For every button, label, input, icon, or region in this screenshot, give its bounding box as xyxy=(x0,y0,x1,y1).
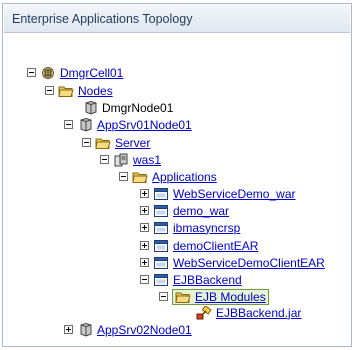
application-icon xyxy=(154,187,168,200)
collapse-toggle[interactable] xyxy=(27,68,36,77)
collapse-toggle[interactable] xyxy=(45,86,54,95)
application-link[interactable]: WebServiceDemo_war xyxy=(173,187,296,201)
node-icon xyxy=(85,100,97,115)
tree-node-application: demoClientEAR xyxy=(140,237,258,254)
application-link[interactable]: demoClientEAR xyxy=(173,239,258,253)
topology-tree: DmgrCell01 Nodes DmgrNode01 AppSrv01Node… xyxy=(3,4,351,346)
tree-node-applications-folder: Applications xyxy=(119,168,217,185)
collapse-toggle[interactable] xyxy=(140,275,149,284)
ejb-modules-link[interactable]: EJB Modules xyxy=(195,290,266,304)
tree-node-application-ejbbackend: EJBBackend xyxy=(140,271,242,288)
node-icon xyxy=(80,322,92,337)
collapse-toggle[interactable] xyxy=(100,155,109,164)
applications-folder-link[interactable]: Applications xyxy=(152,170,217,184)
tree-node-application: demo_war xyxy=(140,202,229,219)
tree-node-application: WebServiceDemoClientEAR xyxy=(140,254,325,271)
collapse-toggle[interactable] xyxy=(159,292,168,301)
open-folder-icon xyxy=(58,86,74,97)
ejb-jar-icon xyxy=(196,305,212,319)
expand-toggle[interactable] xyxy=(140,206,149,215)
tree-node-application: WebServiceDemo_war xyxy=(140,185,296,202)
tree-node-cell: DmgrCell01 xyxy=(27,64,123,81)
tree-node-appsrv2: AppSrv02Node01 xyxy=(64,321,192,338)
open-folder-icon xyxy=(132,172,148,183)
tree-node-application: ibmasyncrsp xyxy=(140,219,240,236)
appsrv2-node-link[interactable]: AppSrv02Node01 xyxy=(97,323,192,337)
expand-toggle[interactable] xyxy=(140,223,149,232)
tree-node-dmgr: DmgrNode01 xyxy=(82,99,173,116)
tree-node-ejb-modules: EJB Modules xyxy=(159,288,269,305)
server-folder-link[interactable]: Server xyxy=(115,136,150,150)
application-icon xyxy=(154,256,168,269)
cell-icon xyxy=(42,66,54,79)
application-icon xyxy=(154,273,168,286)
application-icon xyxy=(154,221,168,234)
open-folder-icon xyxy=(95,138,111,149)
collapse-toggle[interactable] xyxy=(82,138,91,147)
tree-node-was1: was1 xyxy=(100,151,161,168)
expand-toggle[interactable] xyxy=(140,241,149,250)
collapse-toggle[interactable] xyxy=(64,120,73,129)
expand-toggle[interactable] xyxy=(64,325,73,334)
selected-node-highlight[interactable]: EJB Modules xyxy=(172,288,269,305)
tree-node-appsrv1: AppSrv01Node01 xyxy=(64,116,192,133)
application-link[interactable]: WebServiceDemoClientEAR xyxy=(173,256,325,270)
application-icon xyxy=(154,239,168,252)
node-icon xyxy=(80,117,92,132)
expand-toggle[interactable] xyxy=(140,258,149,267)
application-icon xyxy=(154,204,168,217)
topology-panel: Enterprise Applications Topology DmgrCel… xyxy=(2,3,352,347)
expand-toggle[interactable] xyxy=(140,189,149,198)
collapse-toggle[interactable] xyxy=(119,172,128,181)
appsrv1-node-link[interactable]: AppSrv01Node01 xyxy=(97,118,192,132)
ejb-jar-link[interactable]: EJBBackend.jar xyxy=(216,306,301,320)
was1-server-link[interactable]: was1 xyxy=(133,153,161,167)
server-icon xyxy=(114,153,128,166)
dmgr-node-label: DmgrNode01 xyxy=(102,100,174,115)
tree-node-server-folder: Server xyxy=(82,134,150,151)
cell-link[interactable]: DmgrCell01 xyxy=(60,66,123,80)
application-link[interactable]: demo_war xyxy=(173,204,229,218)
application-link[interactable]: EJBBackend xyxy=(173,273,242,287)
tree-node-nodes-folder: Nodes xyxy=(45,82,113,99)
tree-node-ejb-jar: EJBBackend.jar xyxy=(196,304,301,321)
open-folder-icon xyxy=(175,292,191,303)
application-link[interactable]: ibmasyncrsp xyxy=(173,221,240,235)
nodes-folder-link[interactable]: Nodes xyxy=(78,84,113,98)
